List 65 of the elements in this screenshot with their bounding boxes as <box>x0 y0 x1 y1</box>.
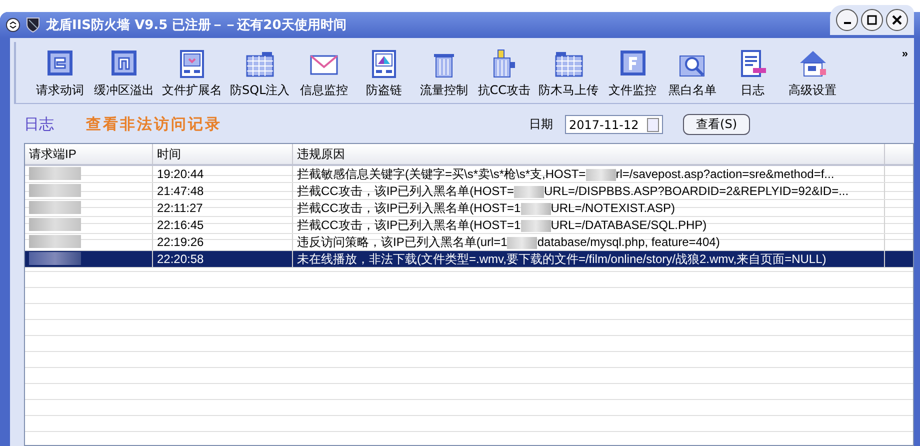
table-cell: 21:47:48 <box>153 183 293 199</box>
toolbar-button[interactable]: 请求动词 <box>30 48 90 99</box>
toolbar-button[interactable]: 缓冲区溢出 <box>90 48 158 99</box>
column-header[interactable]: 请求端IP <box>25 144 153 164</box>
table-row[interactable]: 22:11:27 拦截CC攻击，该IP已列入黑名单(HOST=1 URL=/NOTEXIST.ASP) <box>25 200 913 217</box>
toolbar-button[interactable]: 文件监控 <box>602 48 663 99</box>
table-cell: 22:19:26 <box>153 234 293 250</box>
table-cell: database/mysql.php, feature=404) <box>537 235 720 249</box>
table-cell: URL=/DATABASE/SQL.PHP) <box>550 218 707 232</box>
redacted-block <box>29 184 81 197</box>
section-title: 日志 <box>24 115 55 134</box>
toolbar-button[interactable]: 高级设置 <box>782 48 843 99</box>
redacted-block <box>507 236 538 249</box>
minimize-icon <box>844 22 850 24</box>
table-row[interactable]: 22:20:58 未在线播放，非法下载(文件类型=.wmv,要下载的文件=/film/online/story/战狼2.wmv,来自页面=NULL) <box>25 251 913 268</box>
table-row[interactable]: 22:16:45 拦截CC攻击，该IP已列入黑名单(HOST=1 URL=/DATABASE/SQL.PHP) <box>25 217 913 234</box>
redacted-block <box>29 201 81 214</box>
column-header[interactable]: 时间 <box>153 144 293 164</box>
table-cell: 22:16:45 <box>153 217 293 233</box>
chevron-icon <box>9 21 17 29</box>
date-label: 日期 <box>529 116 554 133</box>
maximize-button[interactable] <box>861 9 883 31</box>
table-cell: rl=/savepost.asp?action=sre&method=f... <box>616 167 834 181</box>
redacted-block <box>29 167 81 180</box>
table-cell: 违反访问策略，该IP已列入黑名单(url=1 <box>297 235 508 249</box>
table-cell: 22:11:27 <box>153 200 293 216</box>
date-field[interactable]: 2017-11-12 <box>565 115 664 134</box>
table-cell: 19:20:44 <box>153 166 293 182</box>
toolbar-button[interactable]: 黑白名单 <box>662 48 723 99</box>
toolbar-button[interactable]: 流量控制 <box>414 48 474 99</box>
toolbar-overflow-button[interactable]: » <box>902 48 908 60</box>
minimize-button[interactable] <box>836 9 858 31</box>
view-button[interactable]: 查看(S) <box>683 114 750 135</box>
table-cell: 拦截CC攻击，该IP已列入黑名单(HOST=1 <box>297 201 521 215</box>
toolbar-button[interactable]: 文件扩展名 <box>158 48 226 99</box>
table-cell: 拦截CC攻击，该IP已列入黑名单(HOST=1 <box>297 218 521 232</box>
system-menu-button[interactable] <box>6 18 20 32</box>
close-icon <box>892 15 902 25</box>
table-row[interactable]: 21:47:48 拦截CC攻击，该IP已列入黑名单(HOST= URL=/DISPBBS.ASP?BOARDID=2&REPLYID=92&ID=... <box>25 183 913 200</box>
redacted-block <box>520 220 551 232</box>
column-header[interactable]: 违规原因 <box>293 144 885 164</box>
redacted-block <box>29 235 81 248</box>
maximize-icon <box>867 15 877 25</box>
table-cell: 未在线播放，非法下载(文件类型=.wmv,要下载的文件=/film/online/story/战狼2.wmv,来自页面=NULL) <box>293 251 885 267</box>
table-row[interactable]: 19:20:44 拦截敏感信息关键字(关键字=买\s*卖\s*枪\s*支,HOST= rl=/savepost.asp?action=sre&method=f... <box>25 166 913 183</box>
table-cell: 22:20:58 <box>153 251 293 267</box>
window-title: 龙盾IIS防火墙 V9.5 已注册－－还有20天使用时间 <box>46 16 348 34</box>
toolbar-button[interactable]: 信息监控 <box>294 48 354 99</box>
table-cell: 拦截敏感信息关键字(关键字=买\s*卖\s*枪\s*支,HOST= <box>297 167 586 181</box>
toolbar-button[interactable]: 防盗链 <box>354 48 414 99</box>
toolbar-button[interactable]: 日志 <box>722 48 783 99</box>
redacted-block <box>514 186 544 198</box>
redacted-block <box>520 202 551 215</box>
toolbar-button[interactable]: 防SQL注入 <box>226 48 294 99</box>
redacted-block <box>586 168 616 181</box>
table-cell: URL=/NOTEXIST.ASP) <box>550 201 676 215</box>
redacted-block <box>29 252 81 265</box>
toolbar-button[interactable]: 防木马上传 <box>534 48 603 99</box>
shield-icon <box>26 17 40 33</box>
close-button[interactable] <box>886 9 908 31</box>
toolbar-button[interactable]: 抗CC攻击 <box>474 48 535 99</box>
table-cell: URL=/DISPBBS.ASP?BOARDID=2&REPLYID=92&ID=... <box>544 184 849 198</box>
redacted-block <box>29 218 81 231</box>
table-cell: 拦截CC攻击，该IP已列入黑名单(HOST= <box>297 184 514 198</box>
section-subtitle: 查看非法访问记录 <box>86 115 223 134</box>
